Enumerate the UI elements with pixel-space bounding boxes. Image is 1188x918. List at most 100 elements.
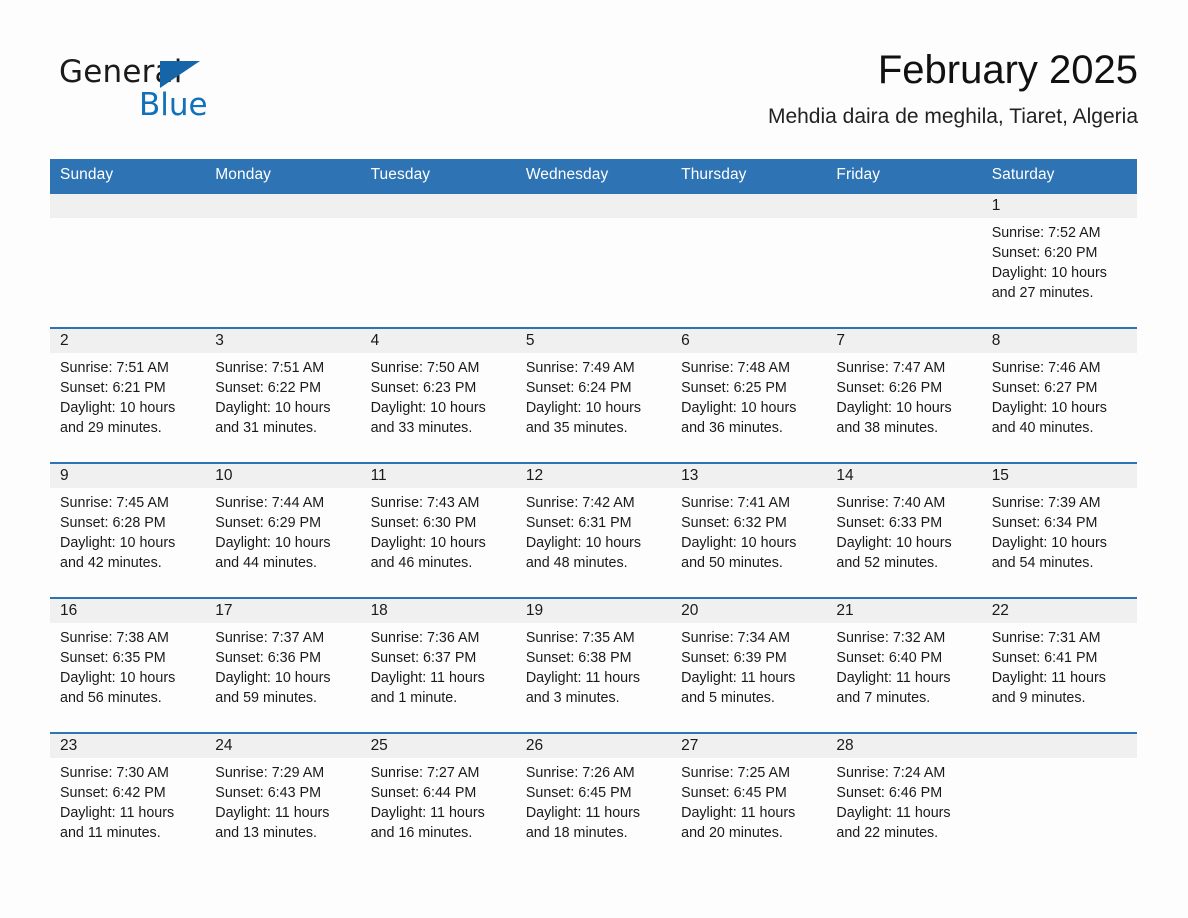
sunrise-text: Sunrise: 7:24 AM (836, 765, 946, 781)
day-number: 13 (671, 464, 827, 488)
daylight-text: Daylight: 11 hours and 5 minutes. (681, 670, 796, 706)
day-sun-info: Sunrise: 7:25 AM Sunset: 6:45 PM Daylight:… (671, 758, 826, 843)
calendar-cell-empty (826, 192, 982, 328)
sunrise-text: Sunrise: 7:27 AM (370, 765, 480, 781)
day-sun-info: Sunrise: 7:44 AM Sunset: 6:29 PM Daylight:… (205, 488, 360, 573)
calendar-day-cell[interactable]: 25 Sunrise: 7:27 AM Sunset: 6:44 PM Dayligh… (360, 732, 516, 868)
daylight-text: Daylight: 10 hours and 35 minutes. (525, 400, 642, 436)
sunrise-text: Sunrise: 7:44 AM (215, 495, 325, 511)
calendar-day-cell[interactable]: 24 Sunrise: 7:29 AM Sunset: 6:43 PM Dayligh… (205, 732, 361, 868)
logo-text-blue: Blue (139, 87, 208, 123)
day-number: 16 (50, 599, 206, 623)
calendar-day-cell[interactable]: 3 Sunrise: 7:51 AM Sunset: 6:22 PM Daylight… (205, 327, 361, 463)
sunrise-text: Sunrise: 7:39 AM (991, 495, 1101, 511)
daylight-text: Daylight: 10 hours and 50 minutes. (681, 535, 797, 571)
daylight-text: Daylight: 10 hours and 52 minutes. (836, 535, 952, 571)
sunrise-text: Sunrise: 7:29 AM (215, 765, 325, 781)
calendar-page: General Blue February 2025 Mehdia daira … (0, 0, 1188, 918)
calendar-day-cell[interactable]: 8 Sunrise: 7:46 AM Sunset: 6:27 PM Daylight… (981, 327, 1137, 463)
sunset-text: Sunset: 6:24 PM (525, 380, 632, 396)
daylight-text: Daylight: 10 hours and 29 minutes. (60, 400, 176, 436)
calendar-day-cell[interactable]: 6 Sunrise: 7:48 AM Sunset: 6:25 PM Daylight… (671, 327, 827, 463)
calendar-cell-empty (50, 192, 206, 328)
day-number (50, 194, 206, 218)
calendar-day-cell[interactable]: 2 Sunrise: 7:51 AM Sunset: 6:21 PM Daylight… (50, 327, 206, 463)
calendar-day-cell[interactable]: 17 Sunrise: 7:37 AM Sunset: 6:36 PM Dayligh… (205, 597, 361, 733)
calendar-cell-empty (205, 192, 361, 328)
calendar-day-cell[interactable]: 15 Sunrise: 7:39 AM Sunset: 6:34 PM Dayligh… (981, 462, 1137, 598)
day-sun-info: Sunrise: 7:45 AM Sunset: 6:28 PM Daylight:… (50, 488, 205, 573)
sunset-text: Sunset: 6:31 PM (525, 515, 632, 531)
daylight-text: Daylight: 10 hours and 44 minutes. (215, 535, 331, 571)
daylight-text: Daylight: 10 hours and 42 minutes. (60, 535, 176, 571)
day-sun-info: Sunrise: 7:31 AM Sunset: 6:41 PM Daylight:… (982, 623, 1137, 708)
generalblue-logo[interactable]: General Blue (59, 54, 319, 132)
sunrise-text: Sunrise: 7:31 AM (991, 630, 1101, 646)
sunrise-text: Sunrise: 7:46 AM (991, 360, 1101, 376)
calendar-cell-empty (981, 732, 1137, 868)
calendar-day-cell[interactable]: 9 Sunrise: 7:45 AM Sunset: 6:28 PM Daylight… (50, 462, 206, 598)
sunrise-text: Sunrise: 7:47 AM (836, 360, 946, 376)
day-number: 20 (671, 599, 827, 623)
calendar-day-cell[interactable]: 10 Sunrise: 7:44 AM Sunset: 6:29 PM Dayligh… (205, 462, 361, 598)
day-number: 25 (360, 734, 516, 758)
sunset-text: Sunset: 6:20 PM (991, 245, 1098, 261)
sunset-text: Sunset: 6:25 PM (681, 380, 787, 396)
calendar-day-cell[interactable]: 11 Sunrise: 7:43 AM Sunset: 6:30 PM Dayligh… (360, 462, 516, 598)
calendar-day-cell[interactable]: 4 Sunrise: 7:50 AM Sunset: 6:23 PM Daylight… (360, 327, 516, 463)
weekday-header-sunday: Sunday (50, 159, 206, 193)
calendar-day-cell[interactable]: 21 Sunrise: 7:32 AM Sunset: 6:40 PM Dayligh… (826, 597, 982, 733)
daylight-text: Daylight: 11 hours and 22 minutes. (836, 805, 951, 841)
calendar-day-cell[interactable]: 20 Sunrise: 7:34 AM Sunset: 6:39 PM Dayligh… (671, 597, 827, 733)
calendar-day-cell[interactable]: 12 Sunrise: 7:42 AM Sunset: 6:31 PM Dayligh… (515, 462, 672, 598)
sunrise-text: Sunrise: 7:43 AM (370, 495, 480, 511)
day-number: 9 (50, 464, 206, 488)
day-sun-info: Sunrise: 7:24 AM Sunset: 6:46 PM Daylight:… (826, 758, 981, 843)
calendar-day-cell[interactable]: 28 Sunrise: 7:24 AM Sunset: 6:46 PM Dayligh… (826, 732, 982, 868)
calendar-day-cell[interactable]: 23 Sunrise: 7:30 AM Sunset: 6:42 PM Dayligh… (50, 732, 206, 868)
calendar-day-cell[interactable]: 1 Sunrise: 7:52 AM Sunset: 6:20 PM Daylight… (981, 192, 1137, 328)
day-number: 2 (50, 329, 206, 353)
day-sun-info: Sunrise: 7:43 AM Sunset: 6:30 PM Daylight:… (361, 488, 516, 573)
sunrise-text: Sunrise: 7:37 AM (215, 630, 325, 646)
sunset-text: Sunset: 6:35 PM (60, 650, 166, 666)
day-number: 17 (205, 599, 361, 623)
day-sun-info: Sunrise: 7:38 AM Sunset: 6:35 PM Daylight:… (50, 623, 205, 708)
calendar-day-cell[interactable]: 13 Sunrise: 7:41 AM Sunset: 6:32 PM Dayligh… (671, 462, 827, 598)
calendar-day-cell[interactable]: 7 Sunrise: 7:47 AM Sunset: 6:26 PM Daylight… (826, 327, 982, 463)
day-number (981, 734, 1137, 758)
sunset-text: Sunset: 6:33 PM (836, 515, 943, 531)
day-number: 11 (360, 464, 516, 488)
daylight-text: Daylight: 11 hours and 9 minutes. (991, 670, 1106, 706)
day-sun-info: Sunrise: 7:32 AM Sunset: 6:40 PM Daylight:… (826, 623, 981, 708)
sunrise-text: Sunrise: 7:35 AM (525, 630, 635, 646)
sunrise-text: Sunrise: 7:50 AM (370, 360, 480, 376)
sunset-text: Sunset: 6:27 PM (991, 380, 1098, 396)
day-sun-info: Sunrise: 7:51 AM Sunset: 6:22 PM Daylight:… (205, 353, 360, 438)
day-sun-info: Sunrise: 7:49 AM Sunset: 6:24 PM Daylight:… (516, 353, 671, 438)
calendar-day-cell[interactable]: 16 Sunrise: 7:38 AM Sunset: 6:35 PM Dayligh… (50, 597, 206, 733)
calendar-day-cell[interactable]: 26 Sunrise: 7:26 AM Sunset: 6:45 PM Dayligh… (515, 732, 672, 868)
sunset-text: Sunset: 6:26 PM (836, 380, 943, 396)
calendar-day-cell[interactable]: 5 Sunrise: 7:49 AM Sunset: 6:24 PM Daylight… (515, 327, 672, 463)
daylight-text: Daylight: 10 hours and 31 minutes. (215, 400, 331, 436)
calendar-day-cell[interactable]: 19 Sunrise: 7:35 AM Sunset: 6:38 PM Dayligh… (515, 597, 672, 733)
day-sun-info: Sunrise: 7:30 AM Sunset: 6:42 PM Daylight:… (50, 758, 205, 843)
day-number: 14 (826, 464, 982, 488)
day-number: 1 (981, 194, 1137, 218)
sunrise-text: Sunrise: 7:34 AM (681, 630, 790, 646)
calendar-day-cell[interactable]: 27 Sunrise: 7:25 AM Sunset: 6:45 PM Dayligh… (671, 732, 827, 868)
weekday-header-wednesday: Wednesday (515, 159, 672, 193)
calendar-body: 1 Sunrise: 7:52 AM Sunset: 6:20 PM Daylight… (50, 192, 1137, 868)
day-number (205, 194, 361, 218)
calendar-day-cell[interactable]: 22 Sunrise: 7:31 AM Sunset: 6:41 PM Dayligh… (981, 597, 1137, 733)
calendar-header-row: Sunday Monday Tuesday Wednesday Thursday Frid… (50, 159, 1137, 193)
day-number (515, 194, 672, 218)
sunrise-text: Sunrise: 7:48 AM (681, 360, 790, 376)
calendar-day-cell[interactable]: 14 Sunrise: 7:40 AM Sunset: 6:33 PM Dayligh… (826, 462, 982, 598)
day-number: 6 (671, 329, 827, 353)
day-number: 12 (515, 464, 672, 488)
sunset-text: Sunset: 6:32 PM (681, 515, 787, 531)
calendar-day-cell[interactable]: 18 Sunrise: 7:36 AM Sunset: 6:37 PM Dayligh… (360, 597, 516, 733)
day-number: 27 (671, 734, 827, 758)
